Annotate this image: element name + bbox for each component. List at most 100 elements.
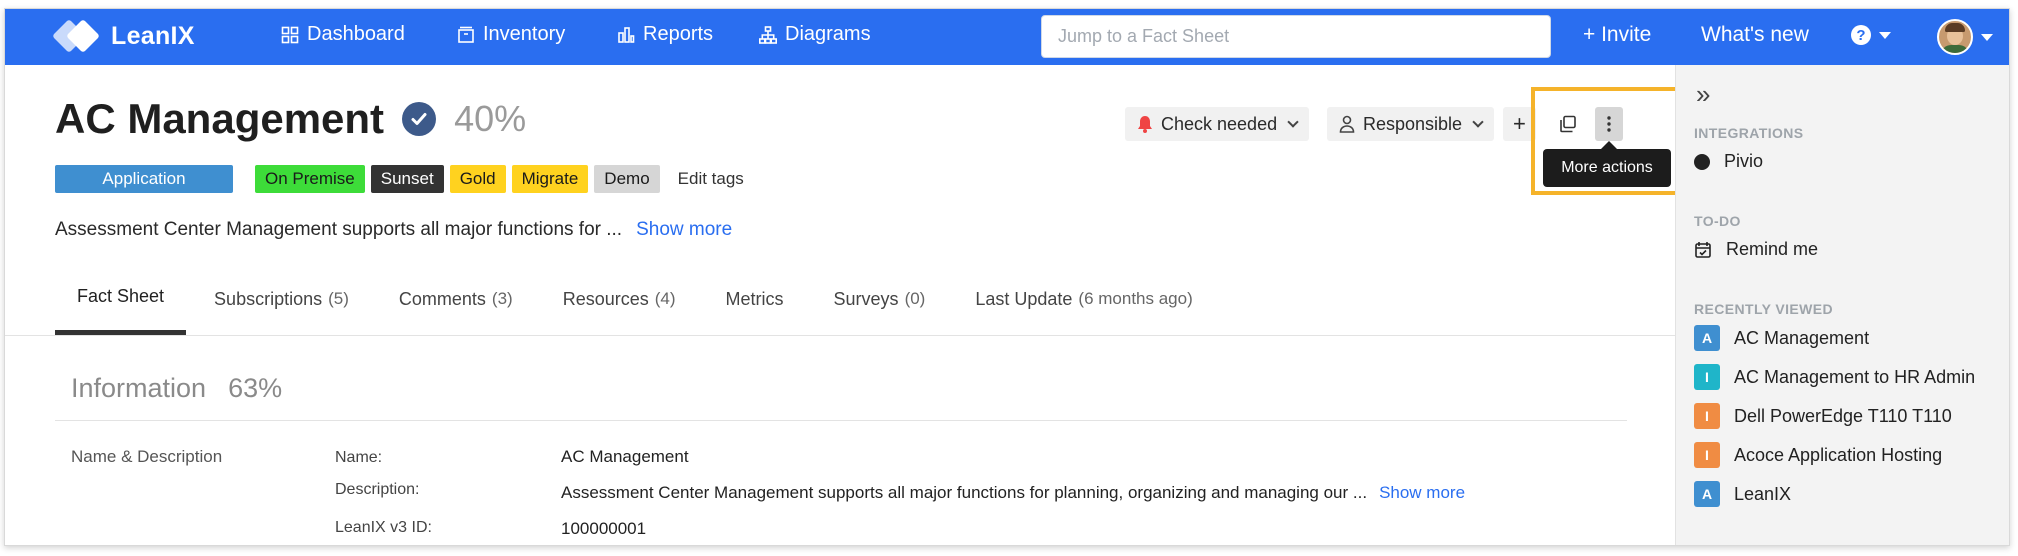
tab-label: Comments xyxy=(398,288,486,309)
recent-item[interactable]: I Dell PowerEdge T110 T110 xyxy=(1694,403,1952,429)
check-needed-label: Check needed xyxy=(1161,113,1278,134)
description-show-more-link[interactable]: Show more xyxy=(1379,483,1465,503)
fact-sheet-type-badge: I xyxy=(1694,403,1720,429)
fact-sheet-type-badge: I xyxy=(1694,364,1720,390)
top-navigation: LeanIX Dashboard Inventory Reports Diagr… xyxy=(5,9,2009,65)
page-title: AC Management xyxy=(55,95,385,142)
name-value-text: AC Management xyxy=(561,447,689,466)
name-value[interactable]: AC Management xyxy=(561,447,689,467)
reports-icon xyxy=(618,26,635,43)
recent-item[interactable]: A LeanIX xyxy=(1694,481,1791,507)
tab-label: Last Update xyxy=(975,288,1073,309)
nav-inventory[interactable]: Inventory xyxy=(457,23,565,46)
chevron-down-icon xyxy=(1879,31,1891,39)
fact-sheet-main: AC Management 40% Application On Premise… xyxy=(5,65,1683,545)
type-badge[interactable]: Application xyxy=(55,165,233,193)
tag-on-premise[interactable]: On Premise xyxy=(255,165,365,193)
integration-label: Pivio xyxy=(1724,151,1764,171)
avatar xyxy=(1937,19,1973,55)
show-more-link[interactable]: Show more xyxy=(636,219,732,241)
recent-item-label: LeanIX xyxy=(1734,483,1792,504)
tab-label: Subscriptions xyxy=(214,288,323,309)
information-header[interactable]: Information 63% xyxy=(71,373,282,404)
description-value[interactable]: Assessment Center Management supports al… xyxy=(561,483,1465,503)
recent-item-label: AC Management xyxy=(1734,327,1870,348)
tabs-divider xyxy=(5,335,1675,336)
tag-list: Application On Premise Sunset Gold Migra… xyxy=(55,165,744,193)
nav-inventory-label: Inventory xyxy=(483,23,566,45)
remind-me-label: Remind me xyxy=(1726,239,1819,259)
nav-diagrams-label: Diagrams xyxy=(785,23,871,45)
edit-tags-link[interactable]: Edit tags xyxy=(678,169,744,189)
calendar-check-icon xyxy=(1695,241,1711,258)
tab-metrics[interactable]: Metrics xyxy=(704,263,806,335)
whats-new-link[interactable]: What's new xyxy=(1701,23,1809,47)
description: Assessment Center Management supports al… xyxy=(55,219,732,241)
expand-sidebar-icon[interactable]: » xyxy=(1696,81,1710,107)
todo-heading: TO-DO xyxy=(1694,213,1741,229)
chevron-down-icon xyxy=(1287,116,1299,128)
chevron-down-icon xyxy=(1981,33,1993,41)
diagrams-icon xyxy=(759,25,777,44)
plus-icon: + xyxy=(1513,111,1526,136)
tab-subscriptions[interactable]: Subscriptions (5) xyxy=(192,263,371,335)
field-group-label: Name & Description xyxy=(71,447,223,466)
check-needed-button[interactable]: Check needed xyxy=(1125,107,1310,141)
nav-diagrams[interactable]: Diagrams xyxy=(759,23,871,46)
search-input[interactable] xyxy=(1058,26,1534,47)
tab-resources[interactable]: Resources (4) xyxy=(541,263,698,335)
recent-item-label: Acoce Application Hosting xyxy=(1734,444,1943,465)
responsible-label: Responsible xyxy=(1363,113,1463,134)
inventory-icon xyxy=(458,26,474,43)
app-window: LeanIX Dashboard Inventory Reports Diagr… xyxy=(4,8,2010,546)
tab-count: (6 months ago) xyxy=(1078,289,1193,308)
tab-bar: Fact Sheet Subscriptions (5) Comments (3) … xyxy=(55,263,1625,335)
tab-label: Resources xyxy=(562,288,649,309)
tab-comments[interactable]: Comments (3) xyxy=(377,263,535,335)
fact-sheet-search[interactable] xyxy=(1041,15,1551,58)
recent-item-label: Dell PowerEdge T110 T110 xyxy=(1734,405,1952,426)
integrations-heading: INTEGRATIONS xyxy=(1694,125,1804,141)
tab-count: (0) xyxy=(904,289,926,308)
tab-last-update[interactable]: Last Update (6 months ago) xyxy=(953,263,1214,335)
dashboard-icon xyxy=(281,26,299,43)
tag-sunset[interactable]: Sunset xyxy=(370,165,444,193)
tab-label: Metrics xyxy=(725,288,784,309)
more-actions-tooltip: More actions xyxy=(1543,141,1671,187)
description-label: Description: xyxy=(335,481,420,498)
integration-pivio[interactable]: Pivio xyxy=(1694,151,1763,172)
nav-reports[interactable]: Reports xyxy=(617,23,713,46)
user-menu[interactable] xyxy=(1937,19,1993,55)
right-sidebar: » INTEGRATIONS Pivio TO-DO Remind me REC… xyxy=(1675,65,2009,545)
tag-migrate[interactable]: Migrate xyxy=(511,165,589,193)
nav-dashboard-label: Dashboard xyxy=(307,23,405,45)
tab-count: (3) xyxy=(491,289,513,308)
responsible-button[interactable]: Responsible xyxy=(1327,107,1495,141)
tab-fact-sheet[interactable]: Fact Sheet xyxy=(55,263,187,335)
information-title: Information xyxy=(71,373,207,403)
leanix-logo[interactable]: LeanIX xyxy=(52,19,195,53)
id-value[interactable]: 100000001 xyxy=(561,519,646,539)
description-value-text: Assessment Center Management supports al… xyxy=(561,483,1368,502)
tag-demo[interactable]: Demo xyxy=(594,165,660,193)
invite-button[interactable]: + Invite xyxy=(1583,23,1651,47)
logo-text: LeanIX xyxy=(111,21,195,50)
recent-item[interactable]: A AC Management xyxy=(1694,325,1869,351)
fact-sheet-type-badge: A xyxy=(1694,481,1720,507)
name-label: Name: xyxy=(335,449,383,466)
recent-item[interactable]: I AC Management to HR Admin xyxy=(1694,364,1975,390)
id-value-text: 100000001 xyxy=(561,519,647,538)
tab-surveys[interactable]: Surveys (0) xyxy=(812,263,948,335)
id-label: LeanIX v3 ID: xyxy=(335,519,432,536)
recent-item[interactable]: I Acoce Application Hosting xyxy=(1694,442,1942,468)
tab-count: (5) xyxy=(328,289,349,308)
nav-dashboard[interactable]: Dashboard xyxy=(281,23,405,46)
help-menu[interactable]: ? xyxy=(1851,25,1891,45)
tag-gold[interactable]: Gold xyxy=(449,165,506,193)
person-icon xyxy=(1339,115,1355,133)
fact-sheet-type-badge: I xyxy=(1694,442,1720,468)
completion-percent: 40% xyxy=(454,98,527,139)
remind-me-item[interactable]: Remind me xyxy=(1694,239,1818,260)
pivio-dot-icon xyxy=(1694,153,1710,170)
recent-item-label: AC Management to HR Admin xyxy=(1734,366,1976,387)
